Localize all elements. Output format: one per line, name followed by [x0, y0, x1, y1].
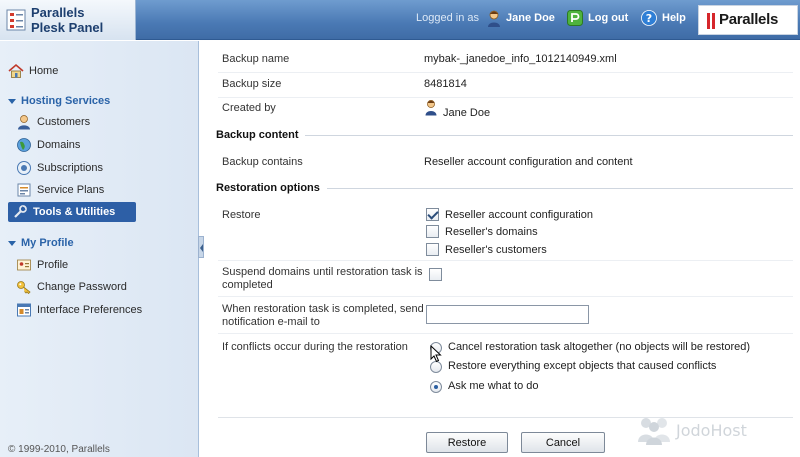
sidebar-item-subscriptions[interactable]: Subscriptions: [16, 158, 103, 178]
resellers-customers-label[interactable]: Reseller's customers: [445, 244, 547, 256]
restoration-options-heading: Restoration options: [216, 182, 320, 194]
svg-text:?: ?: [646, 12, 652, 25]
sidebar-item-service-plans[interactable]: Service Plans: [16, 180, 104, 200]
people-logo-icon: [638, 418, 670, 445]
sidebar-item-tools-utilities[interactable]: Tools & Utilities: [8, 202, 136, 222]
top-header: Parallels Plesk Panel Logged in as Jane …: [0, 0, 800, 40]
notification-email-label: When restoration task is completed, send…: [222, 303, 424, 329]
section-label: Hosting Services: [21, 95, 111, 107]
restore-except-conflicts-label[interactable]: Restore everything except objects that c…: [448, 360, 716, 372]
plesk-logo[interactable]: Parallels Plesk Panel: [0, 0, 136, 40]
logout-icon[interactable]: [567, 10, 583, 26]
sidebar-item-label: Service Plans: [37, 184, 105, 196]
sidebar-item-label: Domains: [37, 139, 81, 151]
user-name-link[interactable]: Jane Doe: [506, 12, 555, 24]
cancel-button[interactable]: Cancel: [521, 432, 605, 453]
backup-content-heading: Backup content: [216, 129, 299, 141]
tools-icon: [14, 205, 27, 218]
sidebar-collapse-handle[interactable]: [198, 236, 204, 258]
sidebar-item-home[interactable]: Home: [8, 61, 58, 81]
sidebar-section-my-profile[interactable]: My Profile: [8, 237, 74, 249]
sidebar-item-domains[interactable]: Domains: [16, 135, 80, 155]
sidebar-item-label: Subscriptions: [37, 162, 104, 174]
sidebar-item-label: Home: [29, 65, 59, 77]
help-link[interactable]: Help: [662, 12, 686, 24]
domain-icon: [17, 138, 31, 152]
created-by-label: Created by: [222, 102, 276, 114]
sidebar: Home Hosting Services Customers Domains …: [0, 41, 199, 457]
backup-contains-value: Reseller account configuration and conte…: [424, 156, 633, 168]
sidebar-item-label: Interface Preferences: [37, 304, 143, 316]
key-icon: [17, 281, 31, 295]
brand-bars-icon: [707, 13, 715, 29]
row-divider: [218, 72, 793, 73]
jodohost-watermark: JodoHost: [636, 412, 796, 448]
backup-size-label: Backup size: [222, 78, 282, 90]
logo-line-1: Parallels: [31, 5, 85, 20]
help-icon[interactable]: ?: [641, 10, 657, 26]
chevron-down-icon: [8, 240, 16, 246]
notify-label-line-2: notification e-mail to: [222, 316, 320, 328]
ask-me-label[interactable]: Ask me what to do: [448, 380, 539, 392]
watermark-text: JodoHost: [676, 421, 747, 440]
resellers-domains-label[interactable]: Reseller's domains: [445, 226, 538, 238]
sidebar-item-customers[interactable]: Customers: [16, 112, 90, 132]
section-divider: [327, 188, 793, 189]
copyright-text: © 1999-2010, Parallels: [8, 444, 110, 455]
backup-contains-label: Backup contains: [222, 156, 303, 168]
backup-name-label: Backup name: [222, 53, 290, 65]
user-icon: [488, 10, 500, 27]
sidebar-item-change-password[interactable]: Change Password: [16, 277, 127, 297]
sidebar-item-profile[interactable]: Profile: [16, 255, 68, 275]
resellers-domains-checkbox[interactable]: [426, 225, 439, 238]
backup-size-value: 8481814: [424, 78, 467, 90]
row-divider: [218, 260, 793, 261]
suspend-label-line-1: Suspend domains until restoration task i…: [222, 266, 423, 278]
reseller-account-configuration-label[interactable]: Reseller account configuration: [445, 209, 593, 221]
customer-icon: [18, 115, 30, 130]
row-divider: [218, 296, 793, 297]
sidebar-section-hosting-services[interactable]: Hosting Services: [8, 95, 110, 107]
ask-me-radio[interactable]: [430, 381, 442, 393]
sidebar-item-label: Change Password: [37, 281, 127, 293]
suspend-label-line-2: completed: [222, 279, 273, 291]
parallels-brand-logo: Parallels: [698, 5, 798, 35]
cancel-restoration-label[interactable]: Cancel restoration task altogether (no o…: [448, 341, 750, 353]
reseller-account-configuration-checkbox[interactable]: [426, 208, 439, 221]
logged-in-as-label: Logged in as: [416, 12, 479, 24]
profile-icon: [17, 259, 31, 271]
restore-button[interactable]: Restore: [426, 432, 508, 453]
restore-label: Restore: [222, 209, 261, 221]
user-icon: [425, 100, 437, 116]
section-divider: [305, 135, 793, 136]
sidebar-item-interface-preferences[interactable]: Interface Preferences: [16, 300, 142, 320]
notify-label-line-1: When restoration task is completed, send: [222, 303, 424, 315]
section-label: My Profile: [21, 237, 74, 249]
resellers-customers-checkbox[interactable]: [426, 243, 439, 256]
mouse-pointer-icon: [430, 345, 442, 363]
subscription-icon: [17, 161, 31, 175]
row-divider: [218, 97, 793, 98]
logout-link[interactable]: Log out: [588, 12, 628, 24]
interface-preferences-icon: [17, 303, 31, 317]
sidebar-item-label: Customers: [37, 116, 91, 128]
logo-line-2: Plesk Panel: [31, 20, 104, 35]
row-divider: [218, 333, 793, 334]
brand-text: Parallels: [719, 11, 779, 28]
notification-email-input[interactable]: [426, 305, 589, 324]
suspend-domains-checkbox[interactable]: [429, 268, 442, 281]
chevron-left-icon: [200, 244, 203, 252]
sidebar-item-label: Tools & Utilities: [33, 206, 116, 218]
home-icon: [8, 63, 24, 78]
checklist-icon: [6, 9, 26, 31]
backup-name-value: mybak-_janedoe_info_1012140949.xml: [424, 53, 617, 65]
service-plan-icon: [17, 183, 31, 197]
chevron-down-icon: [8, 98, 16, 104]
suspend-domains-label: Suspend domains until restoration task i…: [222, 266, 423, 292]
created-by-value: Jane Doe: [443, 107, 491, 119]
conflicts-label: If conflicts occur during the restoratio…: [222, 341, 408, 353]
main-content: Backup name mybak-_janedoe_info_10121409…: [205, 41, 800, 457]
logo-text: Parallels Plesk Panel: [31, 5, 103, 35]
sidebar-item-label: Profile: [37, 259, 69, 271]
